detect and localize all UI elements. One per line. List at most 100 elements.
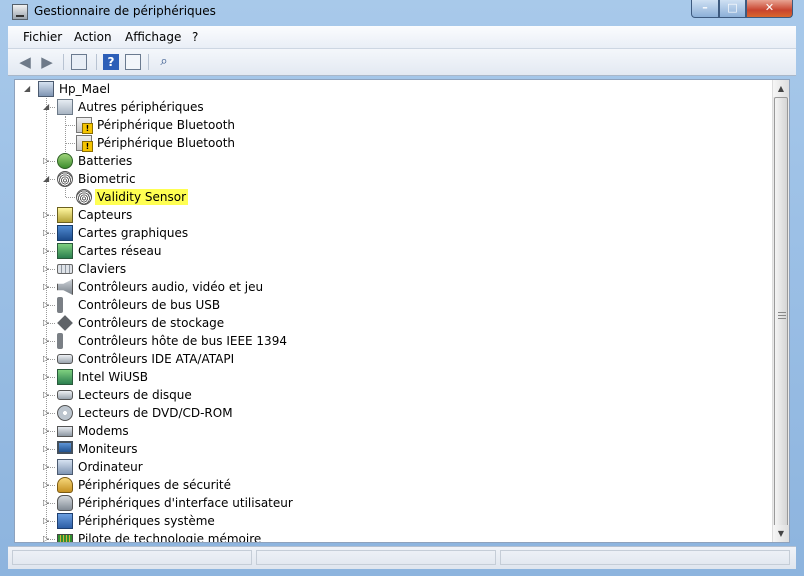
help-icon[interactable]: ? <box>103 54 119 70</box>
tree-category-node[interactable]: ▷ Contrôleurs IDE ATA/ATAPI <box>15 350 773 368</box>
tree-node-label: Périphériques d'interface utilisateur <box>78 496 293 510</box>
tree-category-node[interactable]: ▷ Batteries <box>15 152 773 170</box>
expand-arrow-icon[interactable]: ▷ <box>43 533 52 542</box>
close-button[interactable]: ✕ <box>746 0 793 18</box>
expand-arrow-icon[interactable]: ▷ <box>43 479 52 491</box>
tree-category-node[interactable]: ▷ Moniteurs <box>15 440 773 458</box>
expand-arrow-icon[interactable]: ▷ <box>43 389 52 401</box>
expand-arrow-icon[interactable]: ▷ <box>43 281 52 293</box>
expand-arrow-icon[interactable]: ▷ <box>43 299 52 311</box>
tree-category-node[interactable]: ▷ Intel WiUSB <box>15 368 773 386</box>
scroll-grip <box>778 315 786 316</box>
tree-category-node[interactable]: ▷ Capteurs <box>15 206 773 224</box>
status-bar <box>8 546 796 569</box>
wiusb-icon <box>57 369 73 385</box>
tree-category-node[interactable]: ▷ Modems <box>15 422 773 440</box>
expand-arrow-icon[interactable]: ▷ <box>43 371 52 383</box>
collapse-arrow-icon[interactable]: ◢ <box>24 83 33 95</box>
expand-arrow-icon[interactable]: ▷ <box>43 263 52 275</box>
expand-arrow-icon[interactable]: ▷ <box>43 461 52 473</box>
tree-category-node[interactable]: ▷ Contrôleurs de stockage <box>15 314 773 332</box>
menu-action[interactable]: Action <box>74 30 112 44</box>
console-tree-icon[interactable] <box>71 54 87 70</box>
tree-category-node[interactable]: ▷ Périphériques d'interface utilisateur <box>15 494 773 512</box>
maximize-button[interactable]: □ <box>719 0 746 18</box>
tree-node-label: Biometric <box>78 172 136 186</box>
tree-node-label: Autres périphériques <box>78 100 204 114</box>
expand-arrow-icon[interactable]: ▷ <box>43 245 52 257</box>
tree-category-node[interactable]: ▷ Périphériques de sécurité <box>15 476 773 494</box>
tree-guide-line <box>66 197 75 198</box>
toolbar-separator <box>96 54 97 70</box>
scroll-down-arrow-icon[interactable]: ▼ <box>773 525 789 542</box>
network-adapter-icon <box>57 243 73 259</box>
scan-hardware-icon[interactable]: ⌕ <box>156 54 172 70</box>
tree-category-node[interactable]: ▷ Périphériques système <box>15 512 773 530</box>
tree-child-node[interactable]: Périphérique Bluetooth <box>15 134 773 152</box>
scroll-up-arrow-icon[interactable]: ▲ <box>773 80 789 97</box>
tree-node-label: Intel WiUSB <box>78 370 148 384</box>
expand-arrow-icon[interactable]: ▷ <box>43 317 52 329</box>
warning-device-icon <box>76 135 93 152</box>
menu-fichier[interactable]: Fichier <box>23 30 62 44</box>
dvd-icon <box>57 405 73 421</box>
keyboard-icon <box>57 264 73 274</box>
toolbar-separator <box>148 54 149 70</box>
expand-arrow-icon[interactable]: ▷ <box>43 335 52 347</box>
toolbar-separator <box>63 54 64 70</box>
expand-arrow-icon[interactable]: ▷ <box>43 425 52 437</box>
tree-category-node[interactable]: ▷ Lecteurs de DVD/CD-ROM <box>15 404 773 422</box>
tree-category-node[interactable]: ▷ Cartes réseau <box>15 242 773 260</box>
arrow-left-icon[interactable]: ◀ <box>17 54 33 70</box>
tree-category-node[interactable]: ◢ Biometric <box>15 170 773 188</box>
tree-node-label: Capteurs <box>78 208 133 222</box>
tree-node-label: Périphériques système <box>78 514 215 528</box>
tree-category-node[interactable]: ▷ Cartes graphiques <box>15 224 773 242</box>
arrow-right-icon[interactable]: ▶ <box>39 54 55 70</box>
memory-icon <box>57 534 73 542</box>
scroll-thumb[interactable] <box>774 97 788 534</box>
warning-device-icon <box>76 117 93 134</box>
expand-arrow-icon[interactable]: ▷ <box>43 155 52 167</box>
tree-category-node[interactable]: ▷ Contrôleurs hôte de bus IEEE 1394 <box>15 332 773 350</box>
tree-node-label: Périphérique Bluetooth <box>97 136 236 150</box>
expand-arrow-icon[interactable]: ▷ <box>43 443 52 455</box>
tree-category-node[interactable]: ▷ Contrôleurs de bus USB <box>15 296 773 314</box>
collapse-arrow-icon[interactable]: ◢ <box>43 101 52 113</box>
title-bar[interactable]: Gestionnaire de périphériques – □ ✕ <box>0 0 804 24</box>
tree-guide-line <box>66 143 75 144</box>
menu-affichage[interactable]: Affichage <box>125 30 181 44</box>
storage-controller-icon <box>57 315 73 331</box>
expand-arrow-icon[interactable]: ▷ <box>43 407 52 419</box>
tree-category-node[interactable]: ▷ Ordinateur <box>15 458 773 476</box>
tree-node-label: Contrôleurs IDE ATA/ATAPI <box>78 352 235 366</box>
tree-category-node[interactable]: ▷ Claviers <box>15 260 773 278</box>
tree-category-node[interactable]: ▷ Lecteurs de disque <box>15 386 773 404</box>
system-device-icon <box>57 513 73 529</box>
tree-node-label: Validity Sensor <box>95 189 189 205</box>
tree-node-root[interactable]: ◢ Hp_Mael <box>15 80 773 98</box>
expand-arrow-icon[interactable]: ▷ <box>43 497 52 509</box>
tree-child-node[interactable]: Périphérique Bluetooth <box>15 116 773 134</box>
tree-category-node[interactable]: ◢ Autres périphériques <box>15 98 773 116</box>
expand-arrow-icon[interactable]: ▷ <box>43 227 52 239</box>
collapse-arrow-icon[interactable]: ◢ <box>43 173 52 185</box>
speaker-icon <box>57 279 73 295</box>
modem-icon <box>57 426 73 437</box>
minimize-button[interactable]: – <box>691 0 719 18</box>
properties-icon[interactable] <box>125 54 141 70</box>
usb-icon <box>57 297 63 313</box>
menu-help[interactable]: ? <box>192 30 198 44</box>
tree-node-label: Modems <box>78 424 129 438</box>
tree-node-label: Périphérique Bluetooth <box>97 118 236 132</box>
tree-category-node[interactable]: ▷ Contrôleurs audio, vidéo et jeu <box>15 278 773 296</box>
expand-arrow-icon[interactable]: ▷ <box>43 353 52 365</box>
tree-category-node[interactable]: ▷ Pilote de technologie mémoire <box>15 530 773 542</box>
monitor-icon <box>57 441 73 454</box>
tree-child-node[interactable]: Validity Sensor <box>15 188 773 206</box>
tree-node-label: Ordinateur <box>78 460 143 474</box>
expand-arrow-icon[interactable]: ▷ <box>43 515 52 527</box>
expand-arrow-icon[interactable]: ▷ <box>43 209 52 221</box>
vertical-scrollbar[interactable]: ▲ ▼ <box>772 80 789 542</box>
device-tree[interactable]: ◢ Hp_Mael ◢ Autres périphériques Périphéri… <box>14 79 790 543</box>
